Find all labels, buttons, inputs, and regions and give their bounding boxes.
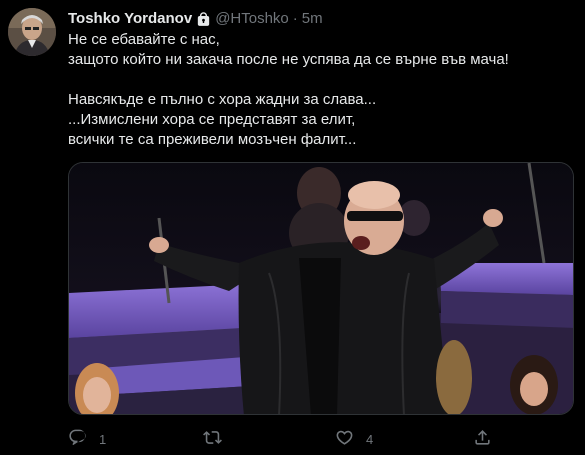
tweet-text: Не се ебавайте с нас, защото който ни за…: [68, 30, 573, 150]
reply-button[interactable]: 1: [68, 424, 106, 454]
tweet-text-line: ...Измислени хора се представят за елит,: [68, 111, 356, 128]
tweet-text-line: защото който ни закача после не успява д…: [68, 51, 509, 68]
like-count: 4: [366, 431, 374, 447]
lock-icon: [195, 11, 212, 28]
tweet-text-line: Навсякъде е пълно с хора жадни за слава.…: [68, 91, 377, 108]
tweet-actions: 1 4: [68, 424, 498, 454]
tweet-text-line: Не се ебавайте с нас,: [68, 31, 220, 48]
heart-icon: [335, 428, 354, 450]
tweet-photo[interactable]: [68, 162, 574, 415]
share-button[interactable]: [473, 424, 492, 454]
display-name[interactable]: Toshko Yordanov: [68, 9, 192, 29]
tweet[interactable]: Toshko Yordanov @HToshko · 5m Не се ебав…: [0, 0, 585, 455]
tweet-header: Toshko Yordanov @HToshko · 5m: [68, 9, 323, 29]
reply-icon: [68, 428, 87, 450]
timestamp[interactable]: 5m: [302, 9, 323, 29]
retweet-button[interactable]: [203, 424, 234, 454]
separator-dot: ·: [292, 10, 298, 27]
retweet-icon: [203, 428, 222, 450]
avatar[interactable]: [8, 8, 56, 56]
user-handle[interactable]: @HToshko: [215, 9, 289, 29]
like-button[interactable]: 4: [335, 424, 373, 454]
tweet-text-line: всички те са преживели мозъчен фалит...: [68, 131, 357, 148]
reply-count: 1: [99, 431, 107, 447]
share-icon: [473, 428, 492, 450]
